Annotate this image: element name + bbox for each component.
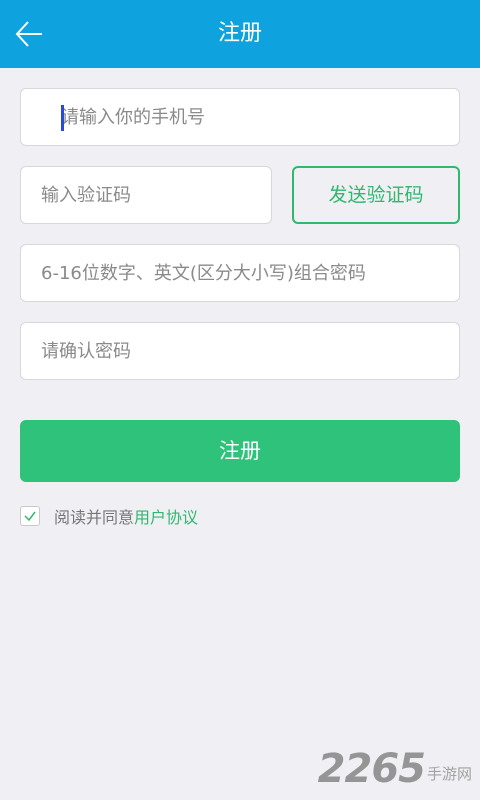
watermark-number: 2265 — [317, 746, 426, 792]
arrow-left-icon — [15, 21, 42, 47]
confirm-password-field[interactable] — [20, 322, 460, 380]
send-code-button[interactable]: 发送验证码 — [292, 166, 460, 224]
register-button[interactable]: 注册 — [20, 420, 460, 482]
phone-input[interactable] — [21, 89, 459, 145]
text-cursor — [61, 105, 64, 131]
password-input[interactable] — [21, 245, 459, 301]
agreement-checkbox[interactable] — [20, 506, 40, 526]
verification-code-field[interactable] — [20, 166, 272, 224]
register-screen: 注册 发送验证码 注册 阅读并同意 用户协议 2265 手游网 — [0, 0, 480, 800]
back-button[interactable] — [10, 14, 50, 54]
top-app-bar: 注册 — [0, 0, 480, 68]
confirm-password-input[interactable] — [21, 323, 459, 379]
checkmark-icon — [24, 511, 36, 522]
watermark-suffix: 手游网 — [426, 765, 472, 783]
watermark-logo: 2265 手游网 — [318, 746, 472, 792]
phone-field[interactable] — [20, 88, 460, 146]
agreement-row: 阅读并同意 用户协议 — [20, 504, 198, 528]
agreement-text: 阅读并同意 — [54, 508, 135, 527]
page-title: 注册 — [217, 21, 262, 46]
password-field[interactable] — [20, 244, 460, 302]
user-agreement-link[interactable]: 用户协议 — [134, 504, 198, 528]
verification-code-input[interactable] — [21, 167, 271, 223]
